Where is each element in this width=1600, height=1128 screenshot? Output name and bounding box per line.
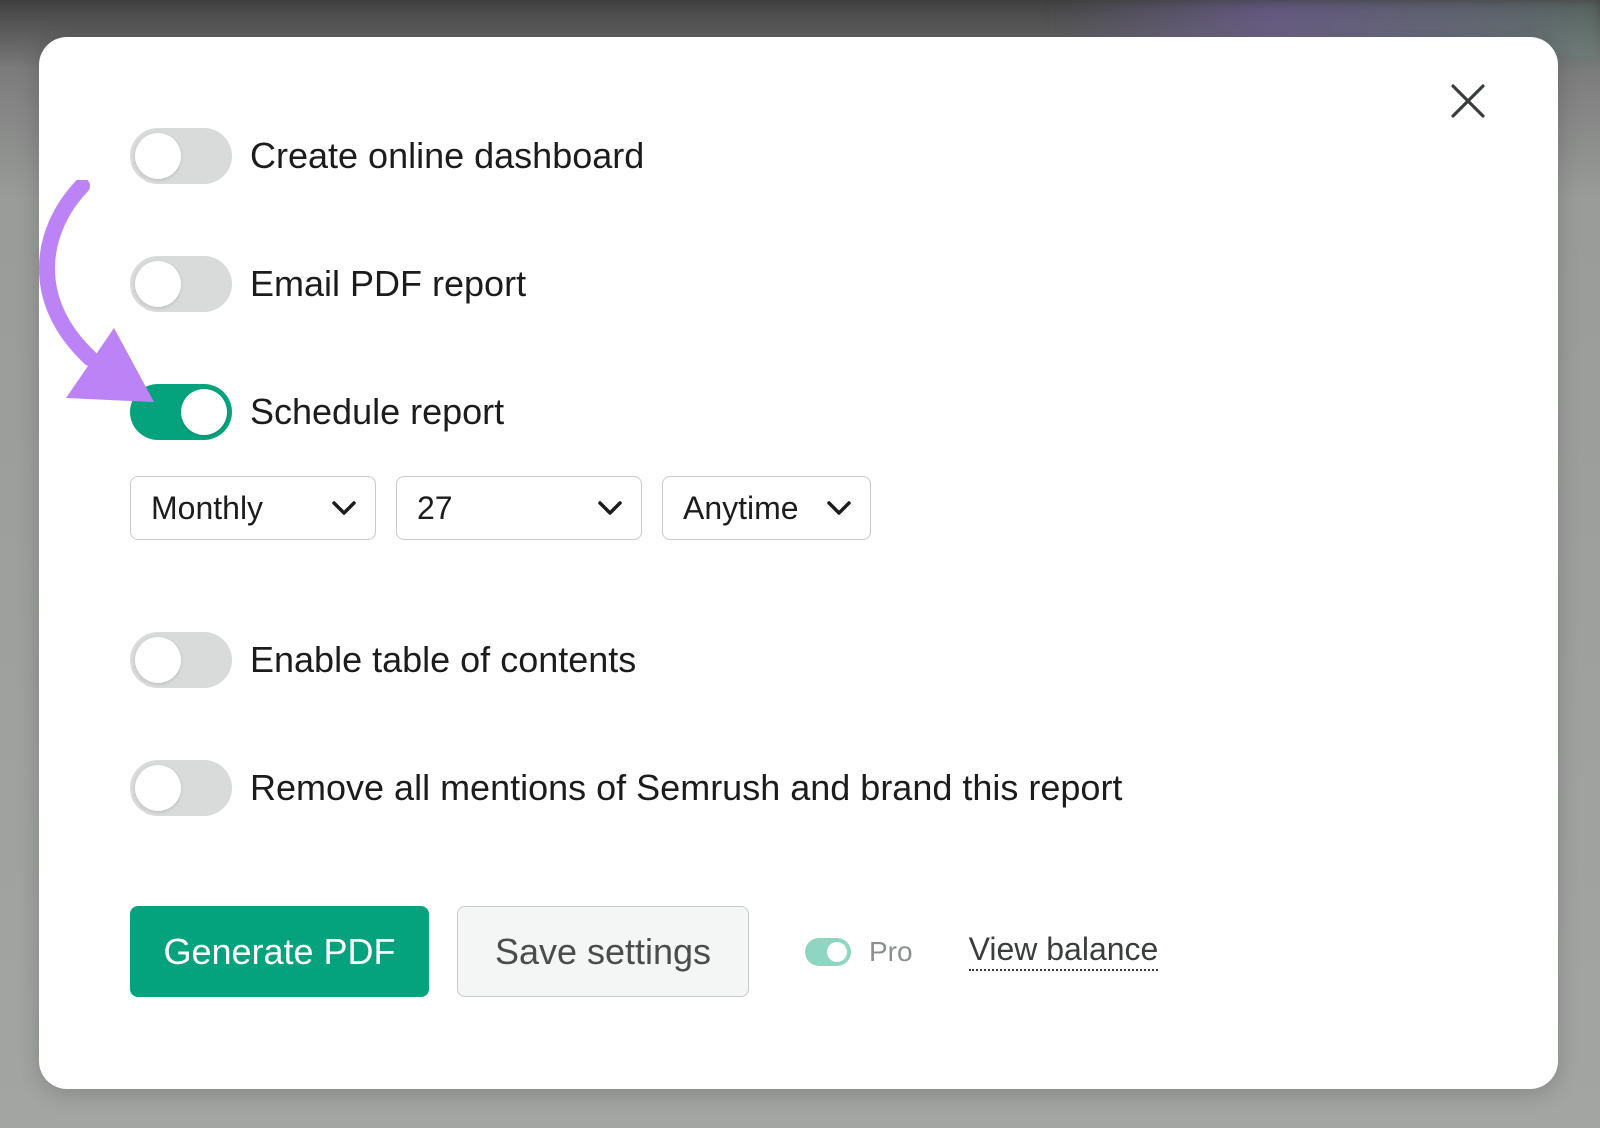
dashboard-label: Create online dashboard: [250, 135, 645, 176]
chevron-down-icon: [827, 501, 851, 515]
toggle-knob: [181, 389, 227, 435]
white-label-toggle[interactable]: [130, 760, 232, 816]
email-pdf-label: Email PDF report: [250, 263, 527, 304]
white-label-label: Remove all mentions of Semrush and brand…: [250, 767, 1123, 808]
toggle-knob: [135, 765, 181, 811]
option-schedule-report: Schedule report: [130, 383, 504, 441]
close-button[interactable]: [1444, 77, 1492, 125]
pro-label: Pro: [869, 935, 913, 967]
dashboard-toggle[interactable]: [130, 128, 232, 184]
day-value: 27: [417, 489, 453, 526]
toggle-knob: [135, 133, 181, 179]
frequency-value: Monthly: [151, 489, 264, 526]
toc-toggle[interactable]: [130, 632, 232, 688]
generate-pdf-button[interactable]: Generate PDF: [130, 906, 429, 997]
pro-toggle[interactable]: [805, 937, 851, 966]
schedule-label: Schedule report: [250, 391, 505, 432]
save-settings-button[interactable]: Save settings: [457, 906, 749, 997]
chevron-down-icon: [598, 501, 622, 515]
option-create-dashboard: Create online dashboard: [130, 127, 644, 185]
time-select[interactable]: Anytime: [662, 476, 871, 540]
frequency-select[interactable]: Monthly: [130, 476, 376, 540]
toc-label: Enable table of contents: [250, 639, 637, 680]
toggle-knob: [135, 637, 181, 683]
modal-footer: Generate PDF Save settings Pro View bala…: [130, 906, 1159, 997]
arrow-annotation-icon: [39, 180, 154, 402]
chevron-down-icon: [332, 501, 356, 515]
day-select[interactable]: 27: [396, 476, 642, 540]
toggle-knob: [827, 941, 847, 962]
time-value: Anytime: [683, 489, 799, 526]
close-icon: [1451, 84, 1485, 118]
option-white-label: Remove all mentions of Semrush and brand…: [130, 759, 1122, 817]
schedule-selects: Monthly 27 Anytime: [130, 476, 891, 540]
option-table-of-contents: Enable table of contents: [130, 631, 636, 689]
view-balance-link[interactable]: View balance: [968, 931, 1159, 972]
option-email-pdf: Email PDF report: [130, 255, 526, 313]
